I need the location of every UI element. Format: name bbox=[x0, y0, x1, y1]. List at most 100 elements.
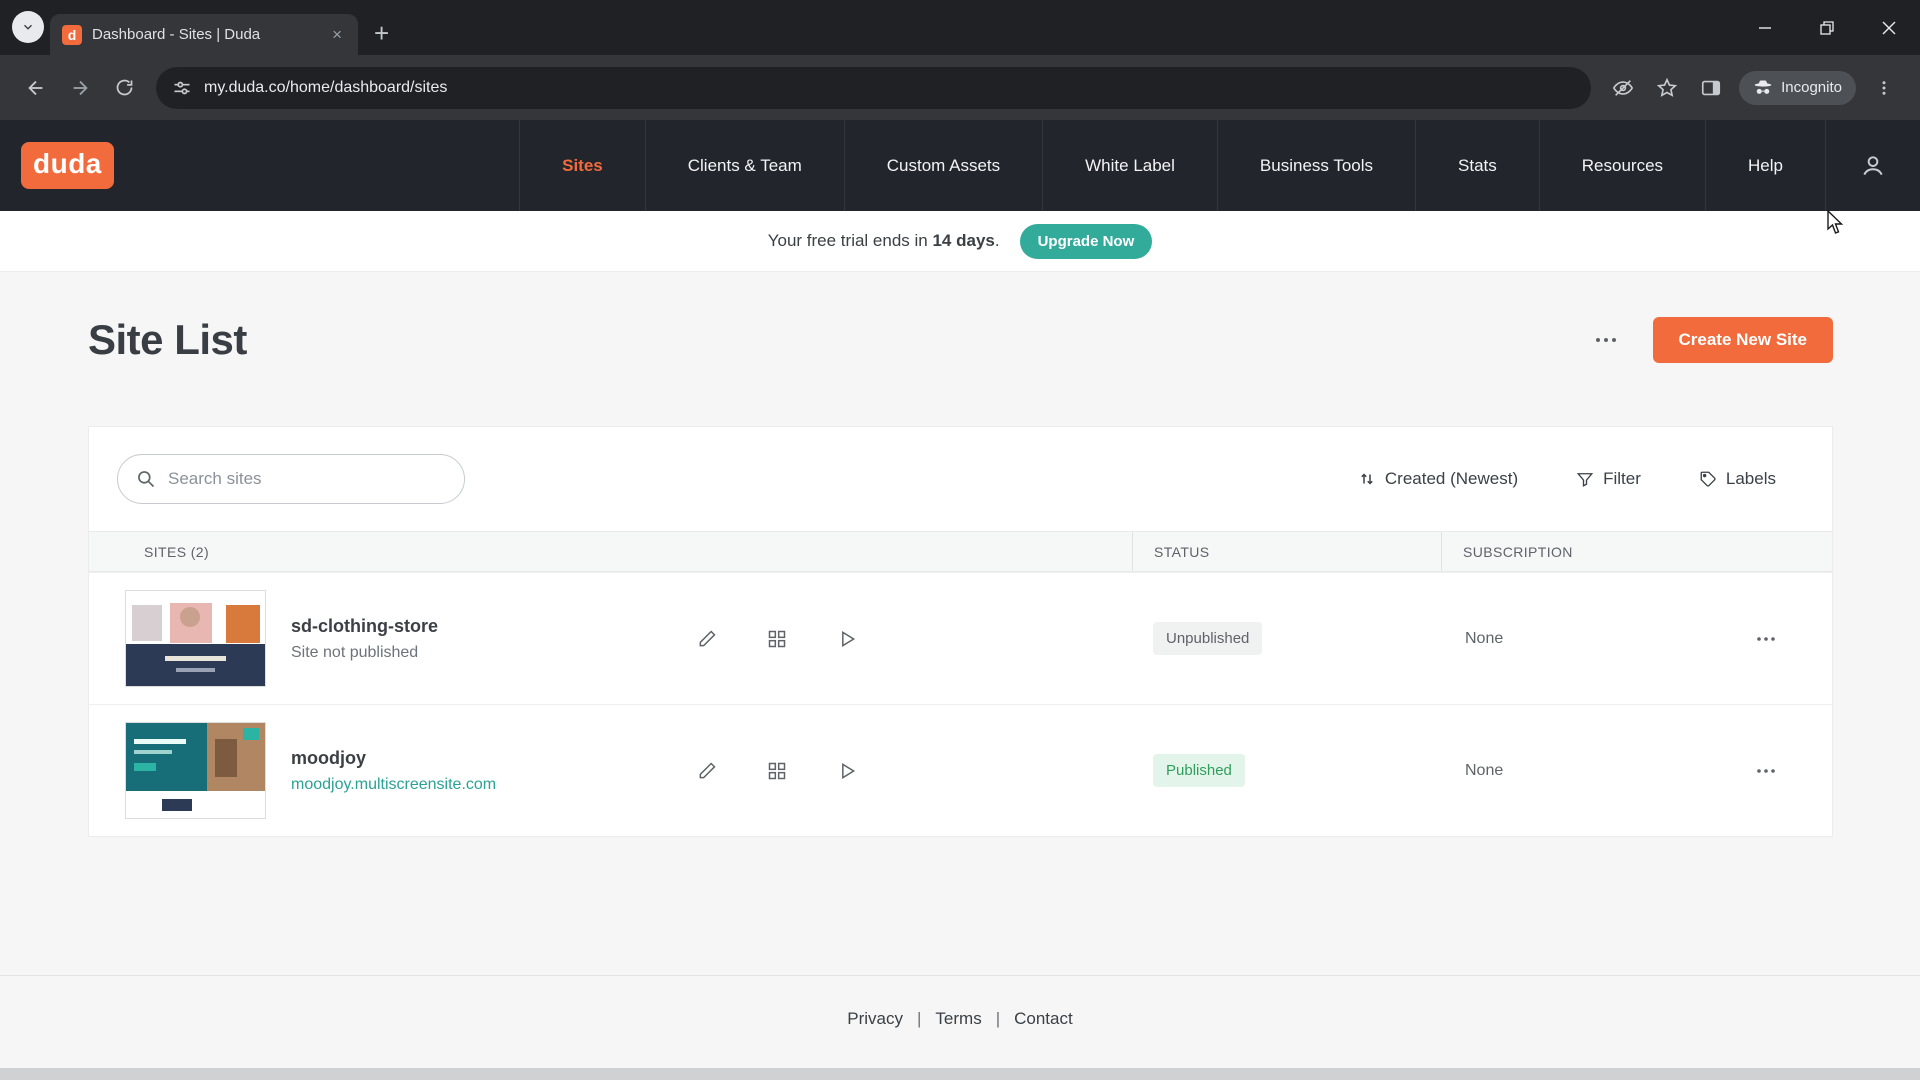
browser-menu-button[interactable] bbox=[1864, 68, 1904, 108]
footer-separator: | bbox=[996, 1009, 1000, 1029]
filter-control[interactable]: Filter bbox=[1576, 469, 1641, 489]
nav-item-help[interactable]: Help bbox=[1705, 120, 1825, 211]
status-cell: Published bbox=[1132, 754, 1441, 787]
nav-item-sites[interactable]: Sites bbox=[519, 120, 645, 211]
duplicate-site-button[interactable] bbox=[761, 623, 793, 655]
nav-item-resources[interactable]: Resources bbox=[1539, 120, 1705, 211]
restore-icon bbox=[1820, 21, 1834, 35]
site-cell: sd-clothing-store Site not published bbox=[89, 590, 1132, 687]
window-close-button[interactable] bbox=[1858, 0, 1920, 55]
thumbnail-decoration bbox=[134, 739, 186, 744]
back-button[interactable] bbox=[16, 68, 56, 108]
list-controls: Created (Newest) Filter Labels bbox=[1358, 469, 1804, 489]
footer-link-contact[interactable]: Contact bbox=[1014, 1009, 1073, 1029]
subscription-cell: None bbox=[1441, 760, 1832, 782]
grid-icon bbox=[767, 629, 787, 649]
play-icon bbox=[837, 761, 857, 781]
address-bar[interactable]: my.duda.co/home/dashboard/sites bbox=[156, 67, 1591, 109]
filter-label: Filter bbox=[1603, 469, 1641, 489]
duda-logo[interactable]: duda bbox=[21, 142, 114, 189]
user-icon bbox=[1860, 153, 1886, 179]
status-badge: Published bbox=[1153, 754, 1245, 787]
more-options-button[interactable] bbox=[1587, 328, 1625, 352]
site-subtitle: Site not published bbox=[291, 644, 691, 662]
row-actions bbox=[691, 755, 863, 787]
preview-hidden-button[interactable] bbox=[1603, 68, 1643, 108]
browser-tab[interactable]: d Dashboard - Sites | Duda × bbox=[50, 14, 358, 55]
search-input[interactable] bbox=[168, 469, 446, 489]
table-header: SITES (2) STATUS SUBSCRIPTION bbox=[89, 531, 1832, 572]
footer-link-terms[interactable]: Terms bbox=[935, 1009, 981, 1029]
minimize-icon bbox=[1758, 21, 1772, 35]
column-header-status: STATUS bbox=[1132, 532, 1441, 571]
page-title: Site List bbox=[88, 316, 247, 364]
thumbnail-decoration bbox=[226, 605, 260, 643]
row-menu-button[interactable] bbox=[1748, 628, 1784, 650]
window-restore-button[interactable] bbox=[1796, 0, 1858, 55]
page-header-actions: Create New Site bbox=[1587, 317, 1834, 363]
trial-text: Your free trial ends in 14 days. bbox=[768, 231, 1000, 251]
duplicate-site-button[interactable] bbox=[761, 755, 793, 787]
nav-item-clients-team[interactable]: Clients & Team bbox=[645, 120, 844, 211]
window-bottom-edge bbox=[0, 1068, 1920, 1080]
window-controls bbox=[1734, 0, 1920, 55]
search-icon bbox=[136, 469, 156, 489]
app-navbar: duda Sites Clients & Team Custom Assets … bbox=[0, 120, 1920, 211]
site-thumbnail[interactable] bbox=[125, 722, 266, 819]
labels-control[interactable]: Labels bbox=[1699, 469, 1776, 489]
site-thumbnail[interactable] bbox=[125, 590, 266, 687]
page-footer: Privacy | Terms | Contact bbox=[0, 976, 1920, 1062]
create-new-site-button[interactable]: Create New Site bbox=[1653, 317, 1834, 363]
footer-link-privacy[interactable]: Privacy bbox=[847, 1009, 903, 1029]
page-header: Site List Create New Site bbox=[88, 316, 1833, 364]
main-content: Site List Create New Site bbox=[0, 272, 1920, 1062]
reload-icon bbox=[114, 77, 135, 98]
nav-item-custom-assets[interactable]: Custom Assets bbox=[844, 120, 1042, 211]
labels-label: Labels bbox=[1726, 469, 1776, 489]
site-name: moodjoy bbox=[291, 748, 691, 769]
preview-site-button[interactable] bbox=[831, 755, 863, 787]
site-domain-link[interactable]: moodjoy.multiscreensite.com bbox=[291, 776, 691, 794]
reload-button[interactable] bbox=[104, 68, 144, 108]
account-button[interactable] bbox=[1825, 120, 1920, 211]
thumbnail-decoration bbox=[126, 791, 265, 818]
nav-item-white-label[interactable]: White Label bbox=[1042, 120, 1217, 211]
tab-close-button[interactable]: × bbox=[328, 23, 346, 47]
chevron-down-icon bbox=[21, 20, 35, 34]
window-minimize-button[interactable] bbox=[1734, 0, 1796, 55]
nav-item-business-tools[interactable]: Business Tools bbox=[1217, 120, 1415, 211]
filter-icon bbox=[1576, 470, 1594, 488]
site-info: sd-clothing-store Site not published bbox=[291, 616, 691, 662]
forward-button[interactable] bbox=[60, 68, 100, 108]
edit-site-button[interactable] bbox=[691, 623, 723, 655]
bookmark-button[interactable] bbox=[1647, 68, 1687, 108]
nav-item-stats[interactable]: Stats bbox=[1415, 120, 1539, 211]
trial-banner: Your free trial ends in 14 days. Upgrade… bbox=[0, 211, 1920, 272]
site-settings-icon[interactable] bbox=[172, 78, 192, 98]
column-header-sites: SITES (2) bbox=[89, 544, 1132, 560]
trial-text-suffix: . bbox=[995, 231, 1000, 250]
row-menu-button[interactable] bbox=[1748, 760, 1784, 782]
table-row[interactable]: sd-clothing-store Site not published bbox=[89, 572, 1832, 704]
tab-search-button[interactable] bbox=[12, 11, 44, 43]
side-panel-button[interactable] bbox=[1691, 68, 1731, 108]
sort-icon bbox=[1358, 470, 1376, 488]
upgrade-now-button[interactable]: Upgrade Now bbox=[1020, 224, 1153, 259]
subscription-value: None bbox=[1465, 630, 1503, 648]
back-icon bbox=[25, 77, 47, 99]
incognito-icon bbox=[1753, 78, 1773, 98]
preview-site-button[interactable] bbox=[831, 623, 863, 655]
play-icon bbox=[837, 629, 857, 649]
tag-icon bbox=[1699, 470, 1717, 488]
thumbnail-decoration bbox=[126, 723, 207, 791]
kebab-menu-icon bbox=[1875, 79, 1893, 97]
footer-separator: | bbox=[917, 1009, 921, 1029]
thumbnail-decoration bbox=[170, 603, 212, 643]
pencil-icon bbox=[697, 761, 717, 781]
new-tab-button[interactable]: + bbox=[374, 20, 389, 46]
column-header-subscription: SUBSCRIPTION bbox=[1441, 532, 1832, 571]
table-row[interactable]: moodjoy moodjoy.multiscreensite.com bbox=[89, 704, 1832, 836]
edit-site-button[interactable] bbox=[691, 755, 723, 787]
sort-control[interactable]: Created (Newest) bbox=[1358, 469, 1518, 489]
pencil-icon bbox=[697, 629, 717, 649]
